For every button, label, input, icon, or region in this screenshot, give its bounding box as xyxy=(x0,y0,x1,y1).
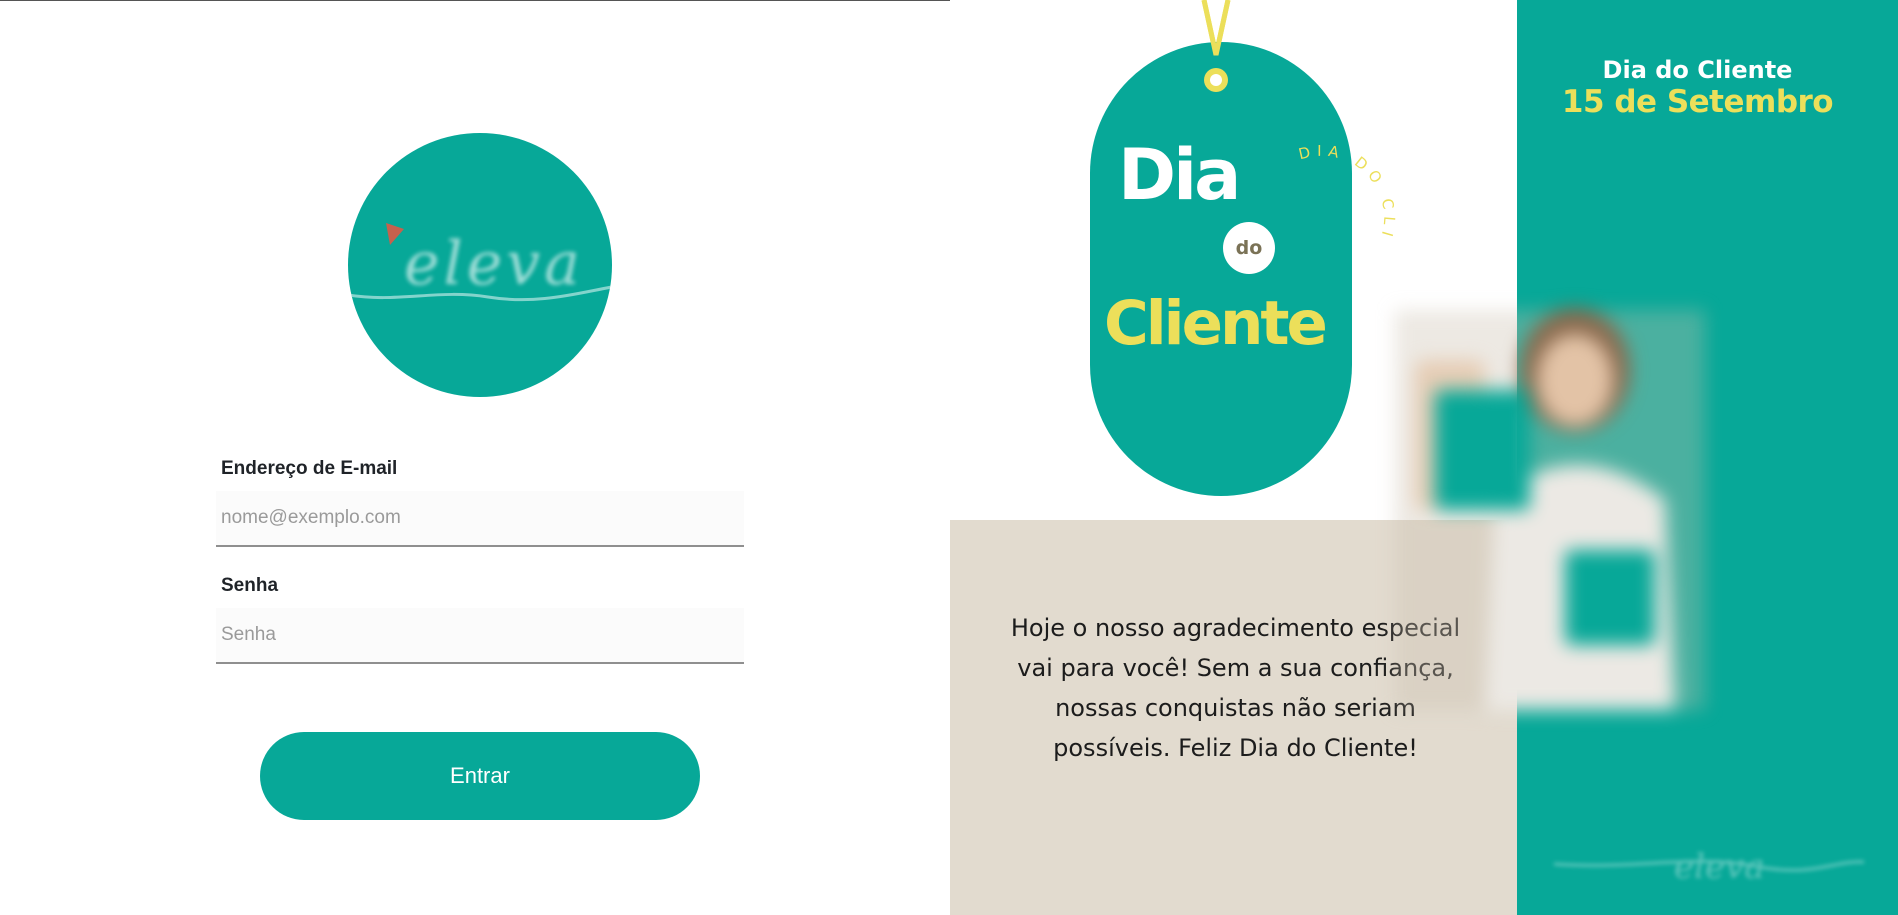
email-label: Endereço de E-mail xyxy=(221,458,398,479)
curved-caption-text: DIA DO CLIENTE xyxy=(1280,100,1392,244)
customer-photo xyxy=(1385,300,1715,720)
svg-text:DIA DO CLIENTE: DIA DO CLIENTE xyxy=(1280,100,1398,244)
email-field-wrapper xyxy=(216,491,744,547)
event-date: 15 de Setembro xyxy=(1561,84,1834,120)
password-input[interactable] xyxy=(216,608,744,662)
tag-eyelet xyxy=(1201,0,1231,92)
password-label: Senha xyxy=(221,575,279,596)
message-line: possíveis. Feliz Dia do Cliente! xyxy=(1053,734,1418,762)
password-field-wrapper xyxy=(216,608,744,664)
login-panel: eleva Endereço de E-mail Senha Entrar xyxy=(0,0,950,915)
tag-title-cliente: Cliente xyxy=(1104,288,1328,359)
brand-logo: eleva xyxy=(348,133,612,397)
tag-title-do: do xyxy=(1235,237,1263,259)
watermark-logo: eleva xyxy=(1554,847,1864,887)
watermark-text: eleva xyxy=(1674,847,1765,887)
tag-title-dia: Dia xyxy=(1118,134,1241,216)
login-button[interactable]: Entrar xyxy=(260,732,700,820)
curved-caption: DIA DO CLIENTE xyxy=(1280,100,1398,244)
event-title: Dia do Cliente xyxy=(1602,56,1793,84)
logo-wordmark: eleva xyxy=(404,229,584,299)
promo-banner: Dia do Cliente 15 de Setembro Hoje o nos… xyxy=(950,0,1898,915)
email-input[interactable] xyxy=(216,491,744,545)
